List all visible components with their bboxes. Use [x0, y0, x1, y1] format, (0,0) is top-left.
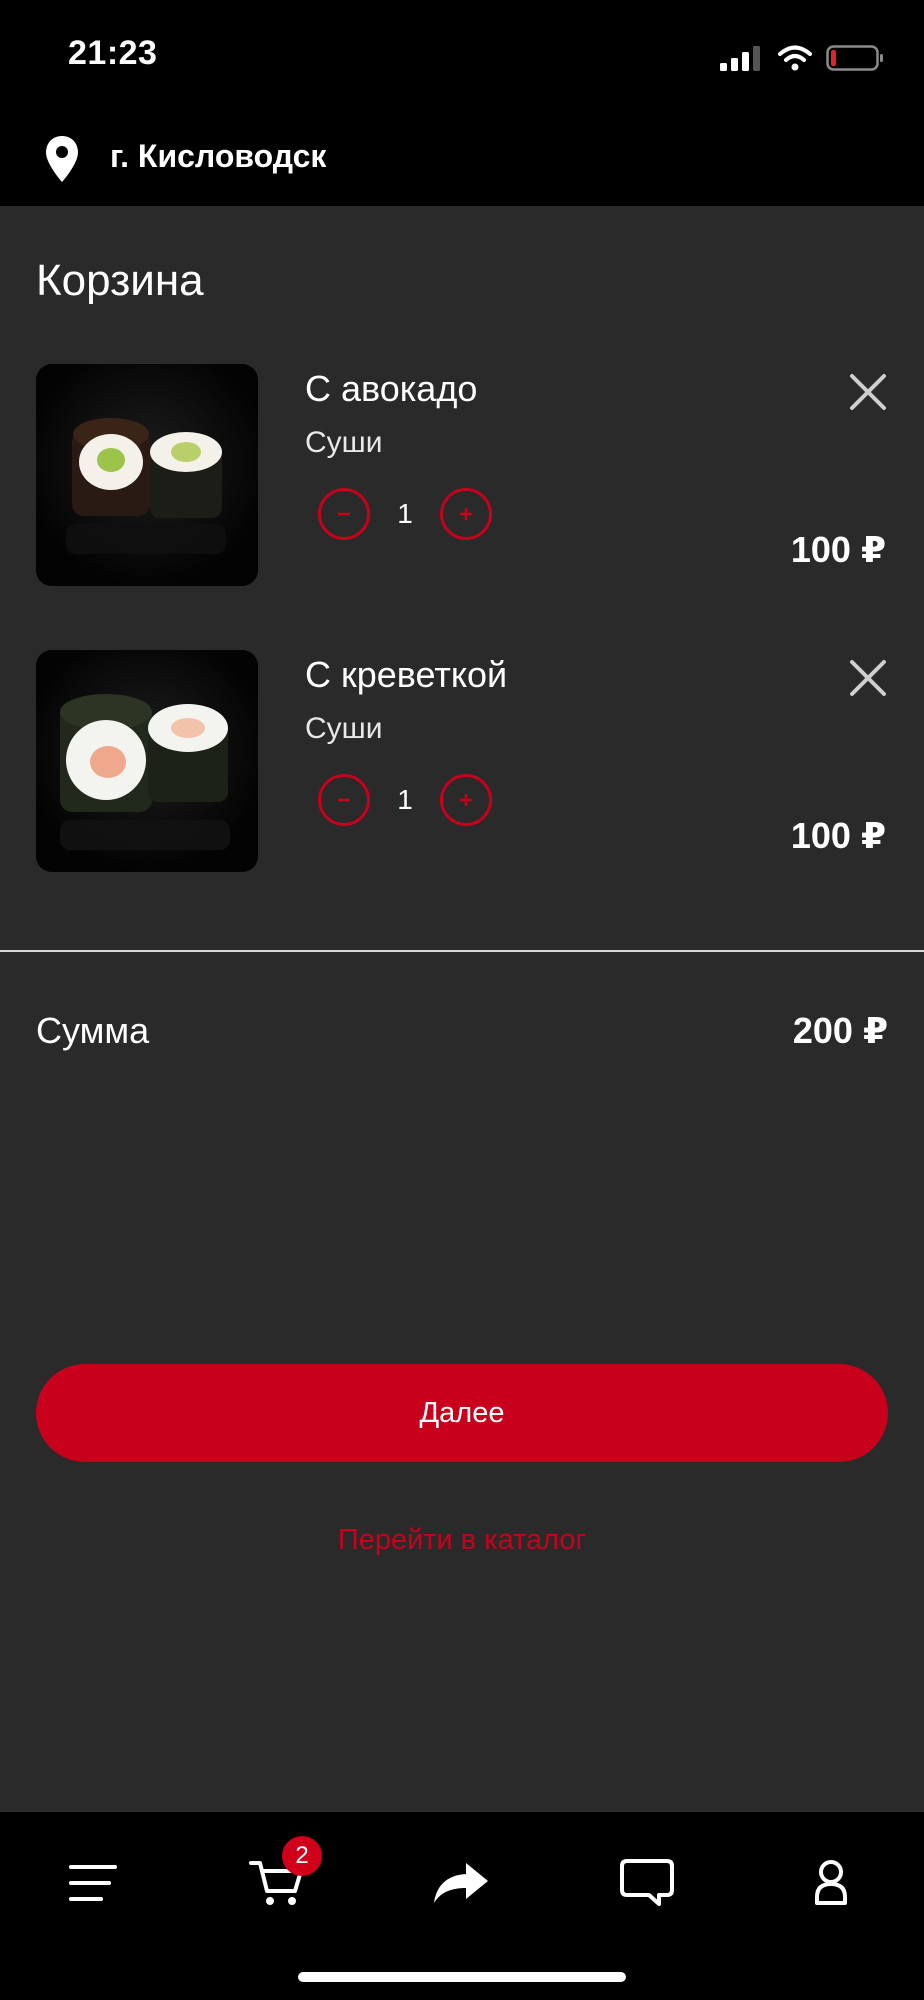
sushi-shrimp-image: [36, 650, 258, 872]
quantity-stepper: 1: [318, 770, 492, 830]
cart-screen: Корзина С авокадо Суши 1 100 ₽ С креветк…: [0, 206, 924, 1812]
quantity-stepper: 1: [318, 484, 492, 544]
item-price: 100 ₽: [790, 529, 886, 570]
close-icon: [850, 660, 886, 696]
item-category: Суши: [305, 712, 383, 745]
quantity-value: 1: [397, 784, 413, 815]
page-title: Корзина: [36, 256, 204, 305]
increase-button[interactable]: [440, 488, 492, 540]
minus-icon: [338, 512, 350, 516]
minus-icon: [338, 798, 350, 802]
map-pin-icon: [46, 136, 78, 182]
increase-button[interactable]: [440, 774, 492, 826]
close-icon: [850, 374, 886, 410]
divider: [0, 950, 924, 952]
tab-chat[interactable]: [612, 1848, 682, 1918]
decrease-button[interactable]: [318, 774, 370, 826]
quantity-value: 1: [397, 498, 413, 529]
signal-icon: [720, 46, 760, 71]
sushi-avocado-image: [36, 364, 258, 586]
home-indicator[interactable]: [298, 1972, 626, 1982]
item-name: С авокадо: [305, 368, 478, 409]
share-icon: [434, 1863, 488, 1903]
plus-icon: [460, 508, 472, 520]
status-icons: [720, 38, 884, 78]
go-to-catalog-link[interactable]: Перейти в каталог: [0, 1524, 924, 1557]
battery-low-icon: [826, 45, 883, 71]
city-name: г. Кисловодск: [110, 138, 327, 174]
cart-item: С креветкой Суши 1 100 ₽: [0, 650, 924, 874]
decrease-button[interactable]: [318, 488, 370, 540]
item-name: С креветкой: [305, 654, 508, 695]
next-button[interactable]: Далее: [36, 1364, 888, 1462]
remove-item-button[interactable]: [846, 370, 890, 414]
summary-label: Сумма: [36, 1010, 150, 1051]
summary-total: 200 ₽: [792, 1010, 888, 1051]
chat-icon: [620, 1859, 674, 1906]
tab-share[interactable]: [426, 1848, 496, 1918]
tab-profile[interactable]: [796, 1848, 866, 1918]
item-price: 100 ₽: [790, 815, 886, 856]
status-time: 21:23: [68, 34, 158, 72]
tab-cart[interactable]: 2: [242, 1836, 322, 1918]
menu-icon: [69, 1865, 117, 1901]
profile-icon: [815, 1860, 847, 1905]
plus-icon: [460, 794, 472, 806]
wifi-icon: [778, 45, 812, 71]
cart-count-badge: 2: [282, 1836, 322, 1876]
city-selector[interactable]: г. Кисловодск: [0, 110, 924, 206]
cart-item: С авокадо Суши 1 100 ₽: [0, 364, 924, 588]
remove-item-button[interactable]: [846, 656, 890, 700]
tab-menu[interactable]: [58, 1848, 128, 1918]
item-category: Суши: [305, 426, 383, 459]
status-bar: 21:23: [0, 0, 924, 110]
